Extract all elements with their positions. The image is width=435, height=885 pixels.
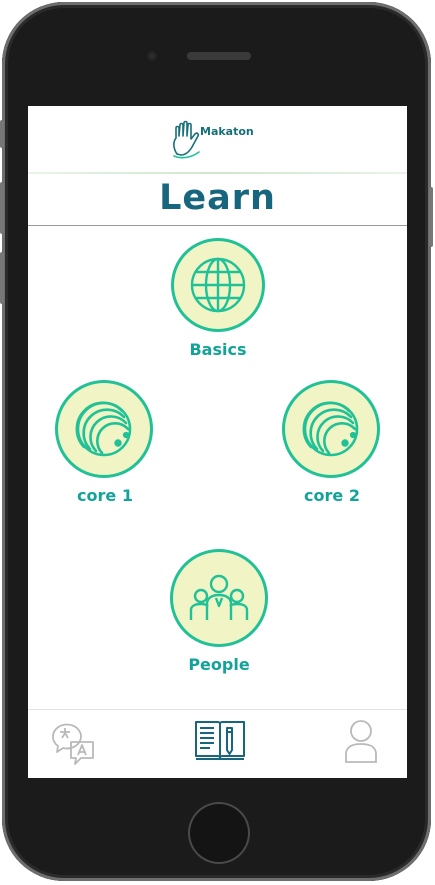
globe-icon	[190, 257, 246, 313]
lesson-core-1[interactable]: core 1	[55, 380, 155, 505]
home-button[interactable]	[188, 802, 250, 864]
mute-switch	[0, 120, 4, 148]
lesson-core-2-label: core 2	[304, 486, 360, 505]
planet-icon	[302, 401, 359, 457]
logo-text: Makaton	[200, 125, 254, 138]
lesson-basics-label: Basics	[189, 340, 247, 359]
app-header: Makaton	[28, 106, 407, 174]
tab-learn[interactable]	[194, 718, 246, 762]
title-divider	[28, 225, 407, 226]
makaton-logo: Makaton	[171, 120, 254, 160]
lesson-people-label: People	[188, 655, 250, 674]
front-camera	[147, 51, 157, 61]
book-icon	[195, 721, 245, 760]
translate-icon	[52, 723, 94, 765]
lesson-core-1-badge[interactable]	[55, 380, 153, 478]
power-button	[429, 187, 433, 247]
lesson-people-badge[interactable]	[170, 549, 268, 647]
hand-icon	[173, 120, 200, 159]
lesson-core-2-badge[interactable]	[282, 380, 380, 478]
user-icon	[345, 720, 377, 763]
planet-icon	[75, 401, 132, 457]
volume-up-button	[0, 182, 4, 234]
lesson-core-1-label: core 1	[77, 486, 133, 505]
tabbar-divider	[28, 709, 407, 710]
lesson-basics-badge[interactable]	[171, 238, 265, 332]
tab-translate[interactable]	[49, 718, 97, 766]
tab-profile[interactable]	[344, 718, 378, 764]
lesson-basics[interactable]: Basics	[171, 238, 265, 359]
earpiece-speaker	[187, 52, 251, 60]
volume-down-button	[0, 252, 4, 304]
page-title: Learn	[159, 178, 276, 218]
app-screen: Makaton Learn Basics core 1 core 2 Peopl…	[28, 106, 407, 778]
people-icon	[189, 574, 249, 620]
lesson-people[interactable]: People	[170, 549, 268, 674]
header-divider	[28, 172, 407, 174]
lesson-core-2[interactable]: core 2	[282, 380, 382, 505]
